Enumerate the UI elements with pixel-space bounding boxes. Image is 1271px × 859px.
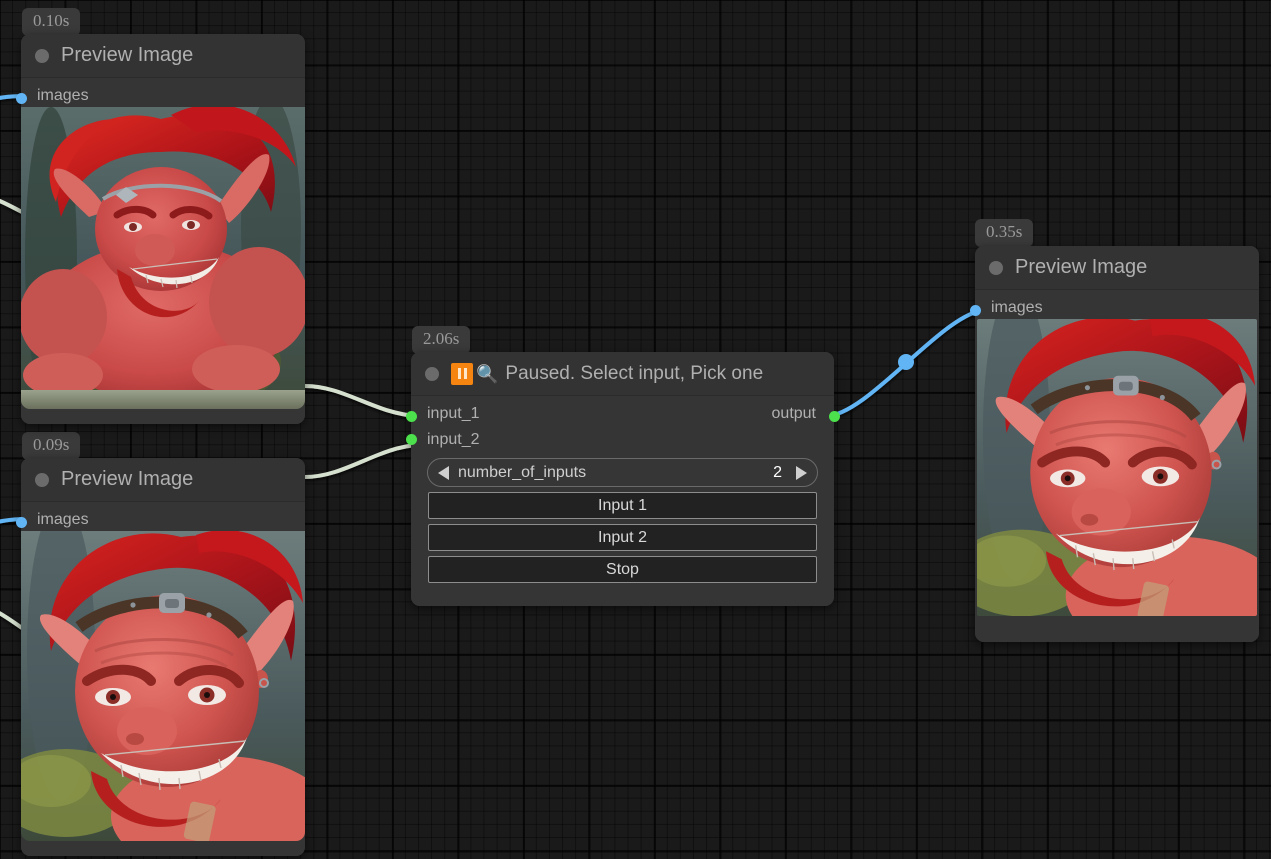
pause-icon[interactable]	[451, 363, 473, 385]
node-title: Paused. Select input, Pick one	[505, 363, 763, 385]
node-preview-image-right[interactable]: Preview Image images	[975, 246, 1259, 642]
widget-value[interactable]: 2	[773, 464, 782, 482]
link-offscreen-lower	[0, 600, 22, 628]
any-slot-dot[interactable]	[406, 411, 417, 422]
input-slot-label: images	[37, 511, 89, 529]
circle-dot-icon[interactable]	[989, 261, 1003, 275]
link-midpoint-dot[interactable]	[898, 354, 914, 370]
node-graph-canvas[interactable]: 0.10s 0.09s 0.35s 2.06s Preview Image im…	[0, 0, 1271, 859]
number-of-inputs-widget[interactable]: number_of_inputs 2	[427, 458, 818, 487]
input-slot-images[interactable]: images	[21, 502, 305, 531]
node-preview-image-bottom-left[interactable]: Preview Image images	[21, 458, 305, 856]
node-body: input_1 output input_2 number_of_inputs …	[411, 396, 834, 606]
circle-dot-icon[interactable]	[35, 473, 49, 487]
node-body: images	[21, 502, 305, 856]
input-slot-input-2[interactable]: input_2	[411, 425, 834, 454]
preview-image	[977, 319, 1257, 616]
input-2-button[interactable]: Input 2	[428, 524, 817, 551]
node-header[interactable]: Preview Image	[21, 34, 305, 78]
triangle-left-icon[interactable]	[438, 466, 449, 480]
node-header[interactable]: 🔍 Paused. Select input, Pick one	[411, 352, 834, 396]
node-title: Preview Image	[61, 44, 193, 67]
exec-time-badge-right: 0.35s	[975, 219, 1033, 247]
node-preview-image-top-left[interactable]: Preview Image images	[21, 34, 305, 424]
image-slot-dot[interactable]	[970, 305, 981, 316]
input-1-button[interactable]: Input 1	[428, 492, 817, 519]
circle-dot-icon[interactable]	[35, 49, 49, 63]
any-slot-dot[interactable]	[406, 434, 417, 445]
node-header[interactable]: Preview Image	[21, 458, 305, 502]
node-body: images	[21, 78, 305, 424]
magnifier-icon[interactable]: 🔍	[476, 365, 498, 383]
input-slot-label: input_2	[427, 431, 480, 449]
link-bottomleft-to-input2	[305, 445, 418, 477]
widget-label: number_of_inputs	[458, 464, 586, 482]
preview-image	[21, 107, 305, 409]
input-slot-input-1[interactable]: input_1 output	[411, 396, 834, 425]
output-slot-label: output	[772, 405, 816, 423]
triangle-right-icon[interactable]	[796, 466, 807, 480]
input-slot-label: input_1	[427, 405, 480, 423]
input-slot-images[interactable]: images	[975, 290, 1259, 319]
circle-dot-icon[interactable]	[425, 367, 439, 381]
exec-time-badge-bottom-left: 0.09s	[22, 432, 80, 460]
node-body: images	[975, 290, 1259, 642]
exec-time-badge-pause: 2.06s	[412, 326, 470, 354]
stop-button[interactable]: Stop	[428, 556, 817, 583]
link-output-to-right-preview	[826, 310, 986, 416]
input-slot-images[interactable]: images	[21, 78, 305, 107]
node-pause-select-input[interactable]: 🔍 Paused. Select input, Pick one input_1…	[411, 352, 834, 606]
node-title: Preview Image	[1015, 256, 1147, 279]
exec-time-badge-top-left: 0.10s	[22, 8, 80, 36]
input-slot-label: images	[37, 87, 89, 105]
input-slot-label: images	[991, 299, 1043, 317]
image-slot-dot[interactable]	[16, 93, 27, 104]
node-header[interactable]: Preview Image	[975, 246, 1259, 290]
any-slot-dot[interactable]	[829, 411, 840, 422]
link-offscreen-upper	[0, 190, 22, 212]
link-topleft-to-input1	[305, 386, 418, 416]
image-slot-dot[interactable]	[16, 517, 27, 528]
node-title: Preview Image	[61, 468, 193, 491]
preview-image	[21, 531, 305, 841]
